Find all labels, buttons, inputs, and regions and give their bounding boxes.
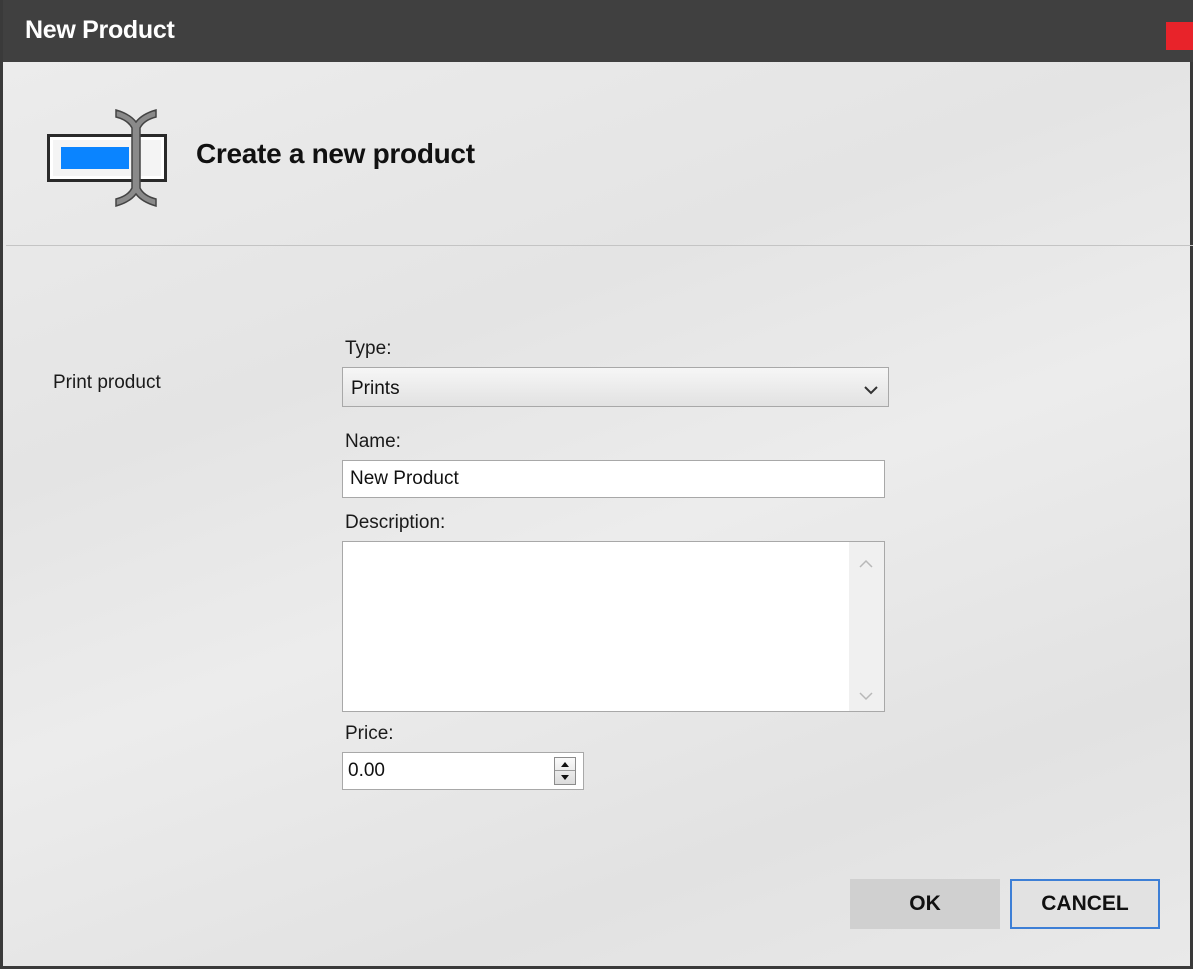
name-input[interactable] bbox=[342, 460, 885, 498]
price-input[interactable] bbox=[343, 753, 543, 789]
vertical-scrollbar[interactable] bbox=[849, 542, 884, 711]
triangle-up-icon[interactable] bbox=[555, 758, 575, 771]
text-field-icon bbox=[46, 106, 176, 215]
price-label: Price: bbox=[345, 723, 394, 744]
type-select[interactable]: Prints bbox=[342, 367, 889, 407]
ok-button[interactable]: OK bbox=[850, 879, 1000, 929]
chevron-down-icon[interactable] bbox=[859, 688, 873, 706]
cancel-button[interactable]: CANCEL bbox=[1010, 879, 1160, 929]
dialog-window: New Product Create a new product Print p… bbox=[0, 0, 1193, 969]
dialog-header: Create a new product bbox=[6, 62, 1193, 246]
name-label: Name: bbox=[345, 431, 401, 452]
window-title: New Product bbox=[25, 16, 175, 44]
price-stepper bbox=[342, 752, 584, 790]
description-label: Description: bbox=[345, 512, 446, 533]
close-icon[interactable] bbox=[1166, 22, 1193, 50]
type-label: Type: bbox=[345, 338, 392, 359]
chevron-down-icon bbox=[864, 382, 878, 400]
title-bar[interactable]: New Product bbox=[3, 0, 1193, 62]
description-field bbox=[342, 541, 885, 712]
spin-buttons bbox=[554, 757, 576, 785]
section-label: Print product bbox=[53, 372, 161, 393]
chevron-up-icon[interactable] bbox=[859, 556, 873, 574]
type-select-value: Prints bbox=[351, 378, 400, 399]
triangle-down-icon[interactable] bbox=[555, 771, 575, 784]
dialog-heading: Create a new product bbox=[196, 138, 475, 169]
description-input[interactable] bbox=[343, 542, 849, 711]
